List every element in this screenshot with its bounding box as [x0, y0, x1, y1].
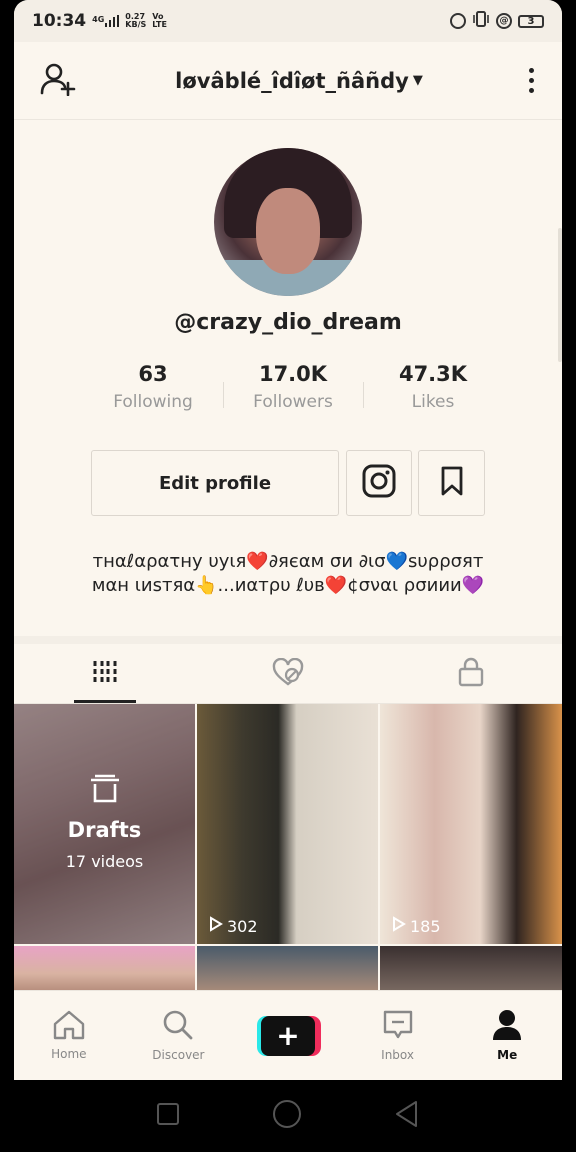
carrier-label: Vo LTE: [152, 12, 167, 29]
nav-label: Home: [51, 1047, 87, 1061]
stat-following[interactable]: 63 Following: [88, 362, 218, 412]
battery-icon: 3: [518, 14, 544, 28]
stat-followers[interactable]: 17.0K Followers: [228, 362, 358, 412]
instagram-icon: [362, 464, 396, 502]
nav-home[interactable]: Home: [14, 991, 124, 1080]
grid-icon: [92, 659, 118, 689]
create-button[interactable]: +: [256, 1015, 321, 1056]
video-grid: Drafts 17 videos 302 185: [14, 704, 562, 994]
drafts-icon: [89, 774, 121, 808]
system-nav-bar: [0, 1080, 576, 1152]
play-icon: [392, 916, 406, 936]
data-saver-icon: [450, 13, 466, 29]
status-bar: 10:34 4G 0.27 KB/S Vo LTE @ 3: [14, 0, 562, 42]
bookmark-icon: [440, 466, 464, 500]
recents-icon[interactable]: [156, 1102, 180, 1130]
battery-level: 3: [527, 15, 535, 27]
bottom-nav: Home Discover + Inbox Me: [14, 990, 562, 1080]
drafts-tile[interactable]: Drafts 17 videos: [14, 704, 195, 944]
profile-bio: тнαℓαρατну υуιя❤️∂яєαм σи ∂ισ💙ѕυρρσят мα…: [14, 550, 562, 598]
speed-unit: KB/S: [125, 20, 147, 29]
drafts-count: 17 videos: [65, 852, 144, 871]
favorites-button[interactable]: [418, 450, 485, 516]
tab-private[interactable]: [379, 644, 562, 703]
stat-label: Likes: [411, 392, 455, 412]
signal-icon: 4G: [92, 15, 120, 27]
stat-label: Followers: [253, 392, 333, 412]
nav-discover[interactable]: Discover: [124, 991, 234, 1080]
tab-liked[interactable]: [197, 644, 380, 703]
app-window: 10:34 4G 0.27 KB/S Vo LTE @ 3 løvâblé_îd…: [14, 0, 562, 1080]
profile-handle: @crazy_dio_dream: [174, 310, 402, 335]
liked-hidden-icon: [272, 657, 304, 690]
stat-value: 63: [138, 362, 168, 386]
network-type: 4G: [92, 15, 105, 24]
nav-label: Inbox: [381, 1048, 414, 1062]
tab-videos[interactable]: [14, 644, 197, 703]
account-switcher[interactable]: løvâblé_îdîøt_ñâñdy ▼: [175, 69, 423, 93]
play-icon: [209, 916, 223, 936]
video-thumbnail[interactable]: 185: [380, 704, 562, 944]
more-vertical-icon[interactable]: [522, 68, 540, 93]
home-icon: [52, 1010, 86, 1043]
plus-icon: +: [260, 1015, 315, 1056]
stat-value: 47.3K: [398, 362, 468, 386]
nav-inbox[interactable]: Inbox: [343, 991, 453, 1080]
divider: [222, 382, 224, 408]
video-thumbnail[interactable]: [14, 946, 195, 992]
stat-likes[interactable]: 47.3K Likes: [368, 362, 498, 412]
scroll-indicator: [558, 228, 562, 362]
view-count-value: 185: [410, 916, 441, 936]
video-thumbnail[interactable]: [197, 946, 378, 992]
inbox-icon: [382, 1009, 414, 1044]
add-user-icon[interactable]: [40, 62, 76, 100]
chevron-down-icon: ▼: [412, 73, 423, 88]
home-circle-icon[interactable]: [272, 1099, 302, 1133]
nav-label: Discover: [152, 1048, 205, 1062]
avatar[interactable]: [214, 148, 362, 296]
drafts-title: Drafts: [67, 818, 142, 842]
search-icon: [162, 1009, 194, 1044]
view-count: 185: [392, 916, 441, 936]
profile-stats: 63 Following 17.0K Followers 47.3K Likes: [88, 362, 498, 412]
nav-create[interactable]: +: [233, 991, 343, 1080]
hotspot-icon: @: [496, 13, 512, 29]
view-count-value: 302: [227, 916, 258, 936]
section-divider: [14, 636, 562, 644]
lock-icon: [458, 657, 484, 691]
nav-me[interactable]: Me: [452, 991, 562, 1080]
username-label: løvâblé_îdîøt_ñâñdy: [175, 68, 409, 93]
person-icon: [492, 1009, 522, 1044]
divider: [362, 382, 364, 408]
video-thumbnail[interactable]: [380, 946, 562, 992]
status-time: 10:34: [32, 11, 87, 31]
bio-line: мαн ιиѕтяα👆...иαтρυ ℓυв❤️¢σναι ρσиии💜: [91, 575, 485, 596]
view-count: 302: [209, 916, 258, 936]
nav-label: Me: [497, 1048, 518, 1062]
active-tab-indicator: [74, 700, 136, 703]
stat-label: Following: [113, 392, 193, 412]
bio-line: тнαℓαρατну υуιя❤️∂яєαм σи ∂ισ💙ѕυρρσят: [92, 551, 484, 572]
edit-profile-button[interactable]: Edit profile: [91, 450, 339, 516]
back-icon[interactable]: [394, 1100, 420, 1132]
stat-value: 17.0K: [258, 362, 328, 386]
vibrate-icon: [472, 11, 490, 31]
video-thumbnail[interactable]: 302: [197, 704, 378, 944]
network-speed: 0.27 KB/S: [125, 13, 146, 29]
content-tabs: [14, 644, 562, 704]
profile-header: løvâblé_îdîøt_ñâñdy ▼: [14, 42, 562, 120]
instagram-button[interactable]: [346, 450, 412, 516]
